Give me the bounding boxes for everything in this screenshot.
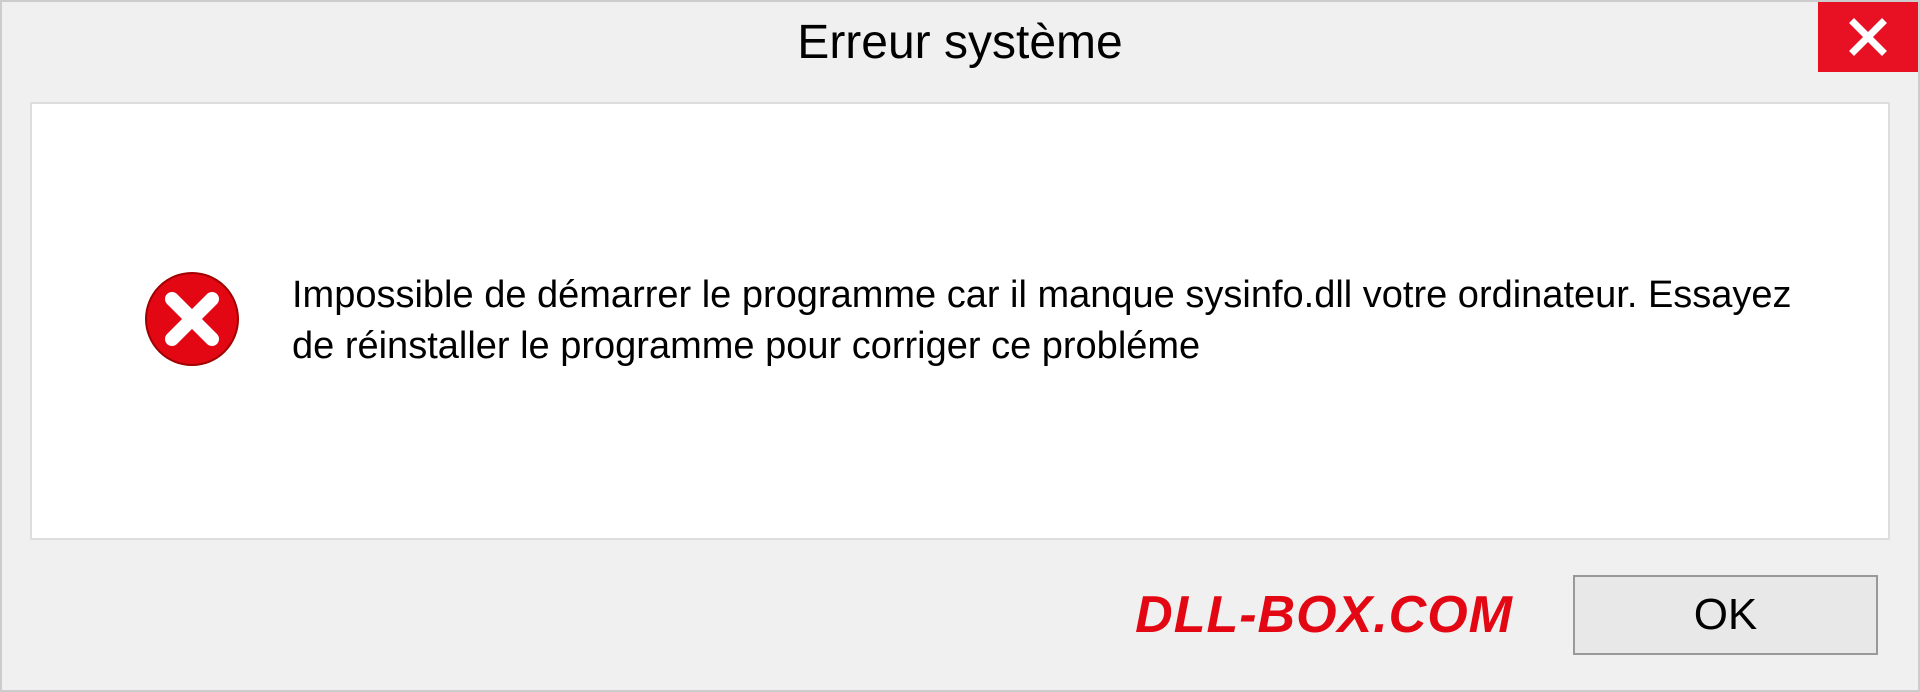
error-circle-x-icon xyxy=(142,269,242,369)
close-button[interactable] xyxy=(1818,2,1918,72)
dialog-footer: DLL-BOX.COM OK xyxy=(2,560,1918,690)
error-icon-container xyxy=(142,269,242,374)
watermark-text: DLL-BOX.COM xyxy=(1135,585,1513,645)
dialog-title: Erreur système xyxy=(797,15,1122,70)
error-dialog: Erreur système Impossible de démarrer le… xyxy=(0,0,1920,692)
ok-button[interactable]: OK xyxy=(1573,575,1878,655)
close-icon xyxy=(1848,17,1888,57)
error-message: Impossible de démarrer le programme car … xyxy=(292,270,1808,373)
content-panel: Impossible de démarrer le programme car … xyxy=(30,102,1890,540)
titlebar: Erreur système xyxy=(2,2,1918,82)
